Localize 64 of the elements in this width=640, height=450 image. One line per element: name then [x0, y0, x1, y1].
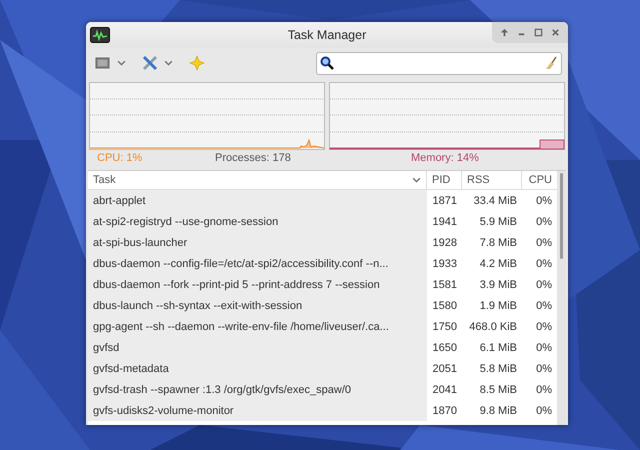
- tools-icon[interactable]: [142, 55, 158, 71]
- task-cell: gvfsd-metadata: [88, 358, 427, 379]
- caret-icon[interactable]: [164, 60, 173, 66]
- pid-cell-text: 1581: [432, 278, 458, 292]
- column-header[interactable]: RSS: [462, 171, 522, 189]
- cpu-cell-text: 0%: [535, 278, 553, 292]
- cpu-usage: CPU: 1%: [97, 152, 144, 164]
- memory-usage: Memory: 14%: [411, 152, 479, 164]
- monitor-icon: [90, 27, 110, 43]
- scrollbar-thumb[interactable]: [560, 173, 563, 259]
- pid-cell-text: 2051: [432, 362, 458, 376]
- cpu-cell-text: 0%: [535, 214, 553, 230]
- task-cell: at-spi2-registryd --use-gnome-session: [88, 211, 427, 232]
- rss-cell-text: 468.0 KiB: [468, 320, 518, 334]
- cpu-cell-text: 0%: [535, 382, 553, 398]
- search-icon: [320, 56, 334, 70]
- pid-cell-text: 1870: [432, 404, 458, 418]
- column-header[interactable]: CPU: [522, 171, 557, 189]
- task-cell: dbus-daemon --config-file=/etc/at-spi2/accessibility.conf --n...: [88, 253, 427, 274]
- search-field[interactable]: [316, 52, 562, 74]
- pid-cell-text: 1928: [432, 236, 458, 250]
- column-header[interactable]: Task: [88, 171, 427, 189]
- rss-cell-text: 7.8 MiB: [478, 236, 518, 250]
- cpu-cell-text: 0%: [535, 340, 553, 356]
- cpu-cell-text: 0%: [535, 320, 553, 334]
- up-arrow-icon[interactable]: [500, 28, 509, 37]
- process-count: Processes: 178: [215, 152, 292, 164]
- rss-cell-text: 6.1 MiB: [478, 340, 518, 356]
- window-title: Task Manager: [288, 28, 366, 42]
- rss-cell-text: 3.9 MiB: [478, 278, 518, 292]
- rss-cell-text: 1.9 MiB: [478, 298, 518, 314]
- close-icon[interactable]: [551, 28, 560, 37]
- rss-cell-text: 5.8 MiB: [478, 362, 518, 376]
- pid-cell-text: 1871: [432, 194, 458, 208]
- task-cell: dbus-launch --sh-syntax --exit-with-session: [88, 295, 427, 316]
- task-cell: abrt-applet: [88, 190, 427, 211]
- task-cell: gvfs-udisks2-volume-monitor: [88, 400, 427, 421]
- cpu-cell-text: 0%: [535, 298, 553, 314]
- cpu-cell-text: 0%: [535, 362, 553, 376]
- pid-cell-text: 1750: [432, 320, 458, 334]
- window-icon[interactable]: [95, 55, 111, 71]
- pid-cell-text: 1933: [432, 256, 458, 272]
- cpu-cell-text: 0%: [535, 256, 553, 272]
- task-cell: at-spi-bus-launcher: [88, 232, 427, 253]
- pid-cell-text: 2041: [432, 382, 458, 398]
- rss-cell-text: 33.4 MiB: [472, 194, 518, 208]
- cpu-cell-text: 0%: [535, 236, 553, 250]
- rss-cell-text: 8.5 MiB: [478, 382, 518, 398]
- rss-cell-text: 9.8 MiB: [478, 404, 518, 418]
- cpu-cell-text: 0%: [535, 194, 553, 208]
- rss-cell-text: 5.9 MiB: [478, 214, 518, 230]
- maximize-icon[interactable]: [534, 28, 543, 37]
- cpu-cell-text: 0%: [535, 404, 553, 418]
- pid-cell-text: 1580: [432, 298, 458, 314]
- task-cell: dbus-daemon --fork --print-pid 5 --print-address 7 --session: [88, 274, 427, 295]
- pid-cell-text: 1941: [432, 214, 458, 230]
- task-cell: gpg-agent --sh --daemon --write-env-file /home/liveuser/.ca...: [88, 316, 427, 337]
- column-header[interactable]: PID: [427, 171, 462, 189]
- pid-cell-text: 1650: [432, 340, 458, 356]
- caret-icon[interactable]: [117, 60, 126, 66]
- task-cell: gvfsd: [88, 337, 427, 358]
- task-cell: gvfsd-trash --spawner :1.3 /org/gtk/gvfs/exec_spaw/0: [88, 379, 427, 400]
- broom-icon[interactable]: [544, 56, 558, 70]
- rss-cell-text: 4.2 MiB: [478, 256, 518, 272]
